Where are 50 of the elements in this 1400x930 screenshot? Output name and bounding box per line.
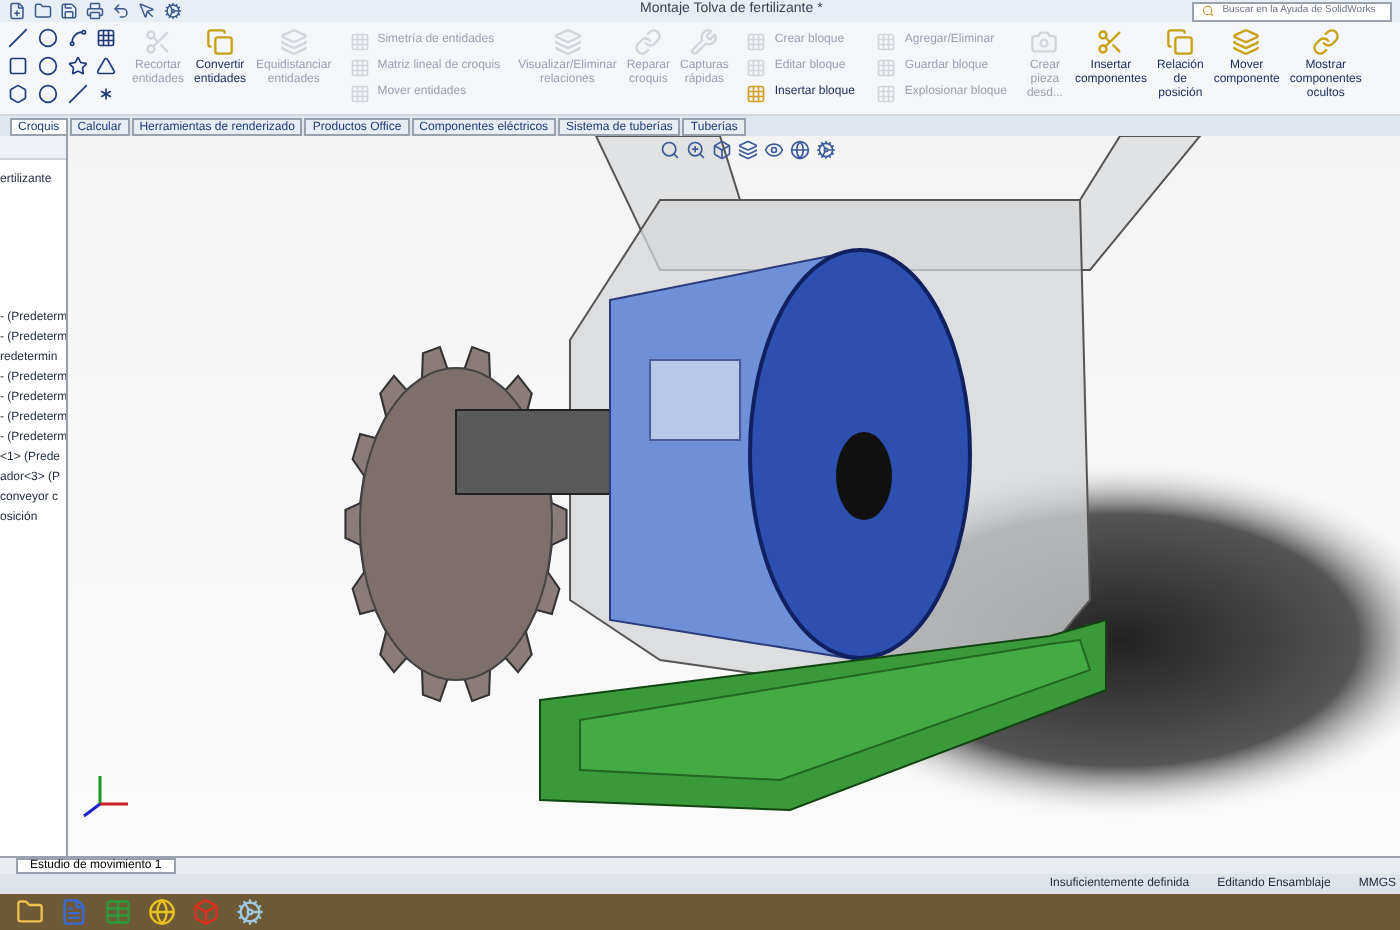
tool-icon — [1030, 28, 1059, 56]
tool-icon — [349, 31, 370, 51]
tool-icon — [144, 28, 172, 56]
tool-icon — [349, 57, 370, 77]
gear-app-icon[interactable] — [236, 898, 264, 926]
tool-icon — [1166, 28, 1195, 56]
tool-icon — [634, 28, 663, 56]
sketch-tool-icon[interactable] — [67, 84, 87, 104]
tool-icon — [206, 28, 235, 56]
toolbar-icon[interactable] — [164, 2, 182, 20]
view-toolbar-icon[interactable] — [764, 140, 784, 160]
tool-icon — [690, 28, 719, 56]
view-toolbar-icon[interactable] — [816, 140, 836, 160]
tool-icon — [1311, 28, 1340, 56]
toolbar-icon[interactable] — [34, 2, 52, 20]
search-icon — [1202, 4, 1215, 18]
sketch-tool-icon[interactable] — [67, 56, 87, 76]
tool-icon — [1096, 28, 1125, 56]
sketch-tool-icon[interactable] — [96, 56, 117, 76]
tool-icon — [553, 28, 582, 56]
tool-icon — [746, 31, 767, 51]
sketch-tool-icon[interactable] — [96, 84, 117, 104]
toolbar-icon[interactable] — [138, 2, 156, 20]
sketch-tool-icon[interactable] — [37, 56, 58, 76]
sketch-tool-icon[interactable] — [8, 84, 28, 104]
sketch-tool-icon[interactable] — [96, 28, 117, 48]
tool-icon — [279, 28, 308, 56]
toolbar-icon[interactable] — [112, 2, 130, 20]
view-toolbar-icon[interactable] — [712, 140, 732, 160]
panel-header — [0, 136, 66, 160]
view-toolbar-icon[interactable] — [738, 140, 758, 160]
view-toolbar-icon[interactable] — [790, 140, 810, 160]
sketch-tool-icon[interactable] — [37, 28, 58, 48]
view-toolbar-icon[interactable] — [686, 140, 706, 160]
axis-triad-icon — [83, 776, 128, 818]
sketch-tool-icon[interactable] — [67, 28, 87, 48]
tool-icon — [876, 57, 897, 77]
sketch-tool-icon[interactable] — [37, 84, 58, 104]
folder-icon[interactable] — [16, 898, 44, 926]
toolbar-icon[interactable] — [60, 2, 78, 20]
tool-icon — [349, 83, 370, 103]
tool-icon — [746, 57, 767, 77]
tool-icon — [746, 83, 767, 103]
toolbar-icon[interactable] — [86, 2, 104, 20]
toolbar-icon[interactable] — [8, 2, 26, 20]
globe-icon[interactable] — [148, 898, 176, 926]
tool-icon — [1232, 28, 1261, 56]
tool-icon — [876, 31, 897, 51]
view-toolbar-icon[interactable] — [660, 140, 680, 160]
tool-icon — [876, 83, 897, 103]
